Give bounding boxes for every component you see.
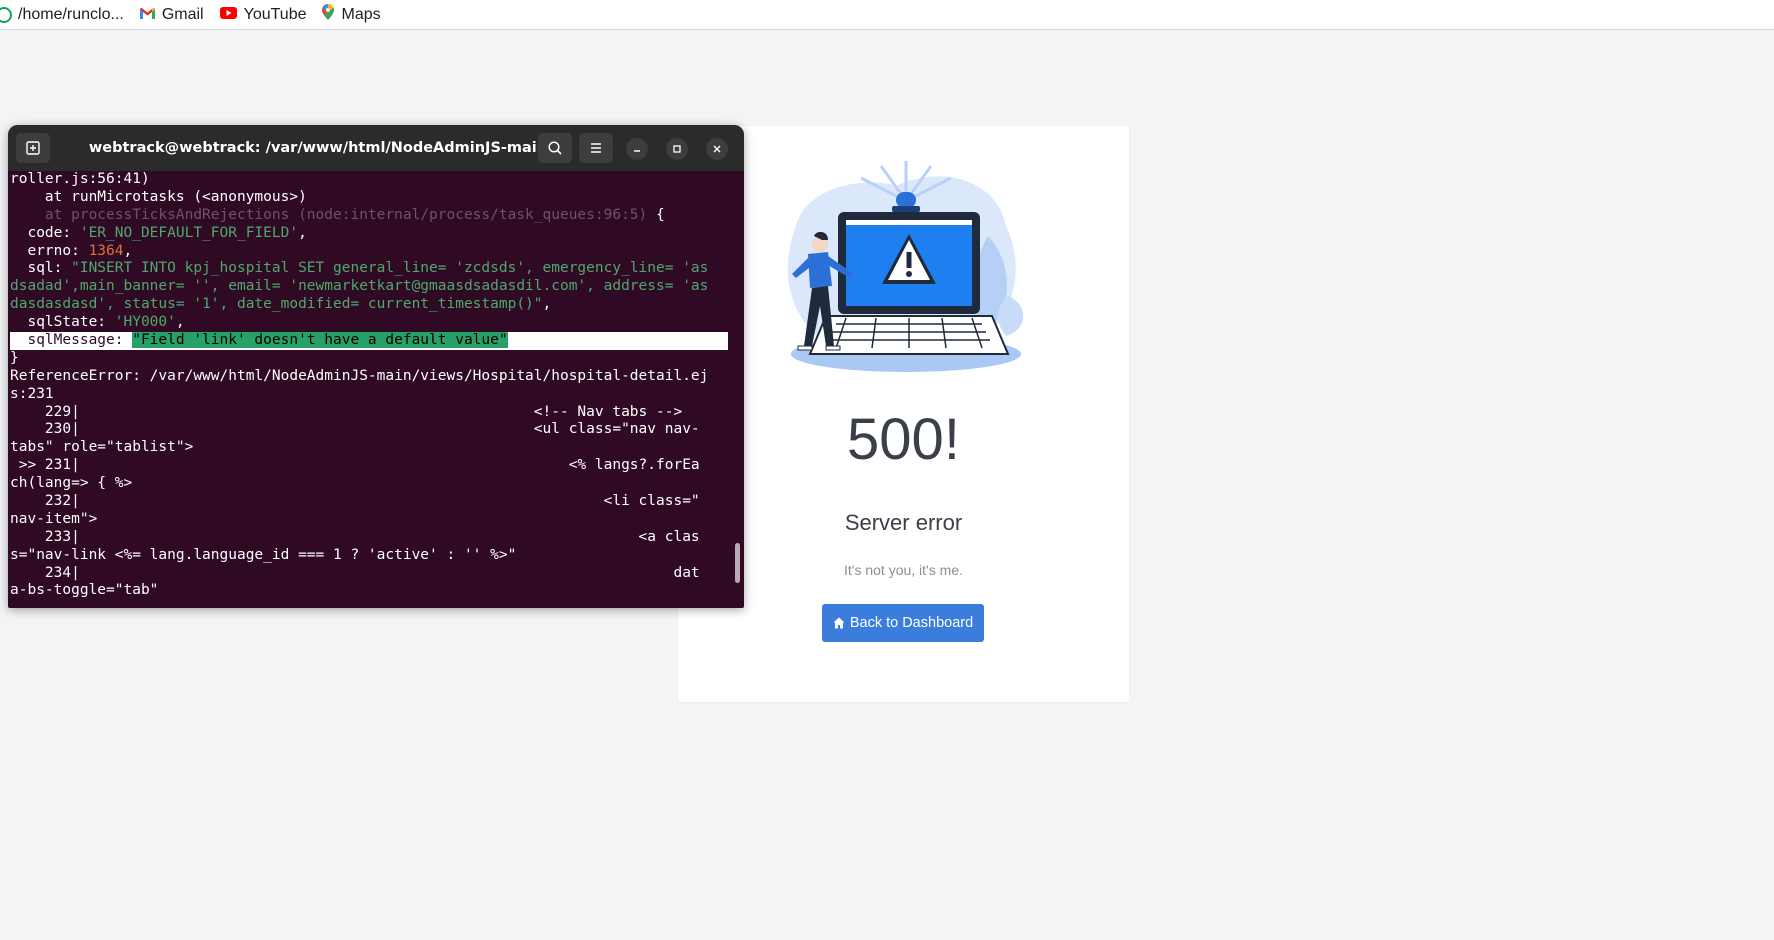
terminal-text: at processTicksAndRejections (node:inter… <box>10 206 648 223</box>
terminal-line: nav-item"> <box>10 510 98 527</box>
bookmark-home-folder[interactable]: /home/runclo... <box>0 6 124 24</box>
terminal-line: sqlState: 'HY000', <box>10 314 732 332</box>
terminal-line: a-bs-toggle="tab" <box>10 582 159 599</box>
terminal-line: at runMicrotasks (<anonymous>) <box>10 188 307 205</box>
terminal-line: dasdasdasd', status= '1', date_modified=… <box>10 296 732 314</box>
terminal-text: { <box>647 206 665 223</box>
close-icon <box>713 145 721 153</box>
terminal-text: , <box>175 314 185 331</box>
new-tab-button[interactable] <box>16 133 50 163</box>
bookmark-maps[interactable]: Maps <box>322 4 381 25</box>
terminal-line: } <box>10 349 19 366</box>
terminal-window[interactable]: webtrack@webtrack: /var/www/html/NodeAdm… <box>8 125 744 608</box>
terminal-scrollbar[interactable] <box>735 543 740 583</box>
minimize-icon <box>634 150 640 152</box>
youtube-icon <box>219 6 237 24</box>
terminal-line: s="nav-link <%= lang.language_id === 1 ?… <box>10 546 517 563</box>
terminal-line: sql: "INSERT INTO kpj_hospital SET gener… <box>10 260 732 278</box>
server-error-illustration <box>776 156 1036 376</box>
terminal-line-selected: sqlMessage: "Field 'link' doesn't have a… <box>10 332 728 350</box>
bookmark-label: /home/runclo... <box>18 5 124 23</box>
maps-icon <box>322 4 335 25</box>
minimize-button[interactable] <box>626 138 648 160</box>
error-card: 500! Server error It's not you, it's me.… <box>678 126 1129 702</box>
search-button[interactable] <box>538 133 572 163</box>
bookmark-label: Maps <box>341 5 381 23</box>
terminal-text: "INSERT INTO kpj_hospital SET general_li… <box>71 260 709 277</box>
terminal-line: 230| <ul class="nav nav- <box>10 421 700 438</box>
terminal-line: errno: 1364, <box>10 243 732 261</box>
bookmark-gmail[interactable]: Gmail <box>139 5 204 24</box>
terminal-line: dsadad',main_banner= '', email= 'newmark… <box>10 278 709 295</box>
terminal-title: webtrack@webtrack: /var/www/html/NodeAdm… <box>88 140 548 156</box>
terminal-text: sql: <box>10 260 72 277</box>
terminal-text: sqlState: <box>10 314 115 331</box>
back-to-dashboard-label: Back to Dashboard <box>849 615 974 631</box>
terminal-line: at processTicksAndRejections (node:inter… <box>10 207 732 225</box>
hamburger-menu-icon <box>591 143 601 153</box>
terminal-text: errno: <box>10 242 89 259</box>
home-icon <box>833 617 845 629</box>
bookmarks-bar: /home/runclo... Gmail YouTube Maps <box>0 0 1774 30</box>
terminal-line: >> 231| <% langs?.forEa <box>10 457 700 474</box>
maximize-button[interactable] <box>666 138 688 160</box>
terminal-line: ReferenceError: /var/www/html/NodeAdminJ… <box>10 367 709 384</box>
folder-icon <box>0 6 12 23</box>
terminal-line: 233| <a clas <box>10 528 700 545</box>
error-subtitle: It's not you, it's me. <box>844 562 963 578</box>
back-to-dashboard-button[interactable]: Back to Dashboard <box>822 604 984 642</box>
search-icon <box>548 141 562 155</box>
terminal-line: 232| <li class=" <box>10 493 700 510</box>
terminal-text: , <box>123 242 133 259</box>
terminal-line: code: 'ER_NO_DEFAULT_FOR_FIELD', <box>10 225 732 243</box>
terminal-line: roller.js:56:41) <box>10 171 150 187</box>
menu-button[interactable] <box>579 133 613 163</box>
terminal-line: tabs" role="tablist"> <box>10 439 194 456</box>
terminal-line: ch(lang=> { %> <box>10 475 133 492</box>
terminal-text: , <box>298 224 307 241</box>
terminal-text: , <box>542 296 552 313</box>
terminal-line: s:231 <box>10 385 54 402</box>
error-code: 500! <box>847 407 960 472</box>
terminal-output[interactable]: roller.js:56:41) at runMicrotasks (<anon… <box>10 171 732 608</box>
new-tab-icon <box>26 141 40 155</box>
terminal-text: sqlMessage: <box>10 332 133 349</box>
terminal-text: code: <box>10 224 80 241</box>
bookmark-youtube[interactable]: YouTube <box>219 5 307 24</box>
terminal-titlebar[interactable]: webtrack@webtrack: /var/www/html/NodeAdm… <box>8 125 744 171</box>
close-button[interactable] <box>706 138 728 160</box>
error-title: Server error <box>844 510 963 535</box>
terminal-text: 1364 <box>88 242 124 259</box>
maximize-icon <box>673 145 681 153</box>
terminal-text: "Field 'link' doesn't have a default val… <box>132 332 508 349</box>
bookmark-label: YouTube <box>243 5 307 23</box>
terminal-text: 'ER_NO_DEFAULT_FOR_FIELD' <box>79 224 299 241</box>
terminal-line: 229| <!-- Nav tabs --> <box>10 403 683 420</box>
gmail-icon <box>139 6 155 24</box>
terminal-text: 'HY000' <box>114 314 176 331</box>
bookmark-label: Gmail <box>161 5 204 23</box>
terminal-text: dasdasdasd', status= '1', date_modified=… <box>10 296 543 313</box>
terminal-line: 234| dat <box>10 564 700 581</box>
